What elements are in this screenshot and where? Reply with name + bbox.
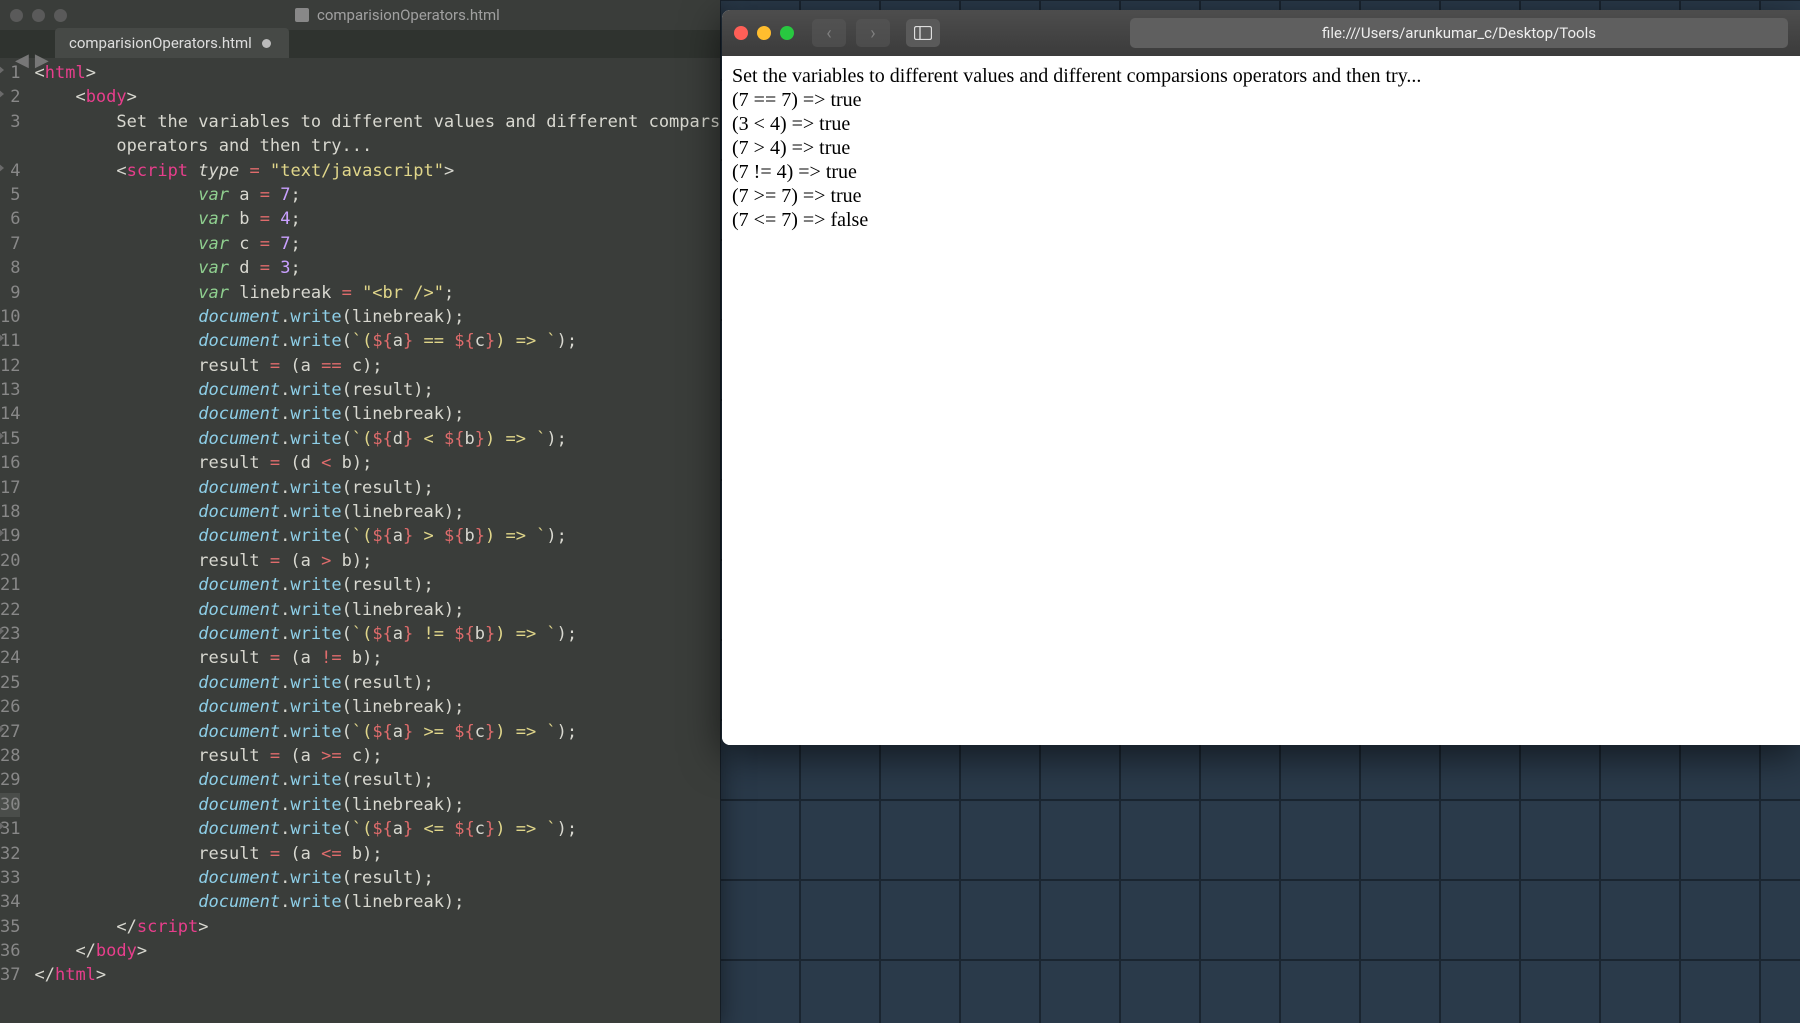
editor-tab[interactable]: comparisionOperators.html xyxy=(55,28,289,58)
minimize-icon[interactable] xyxy=(757,26,771,40)
editor-title: comparisionOperators.html xyxy=(317,6,500,24)
editor-window: comparisionOperators.html ◀ ▶ comparisio… xyxy=(0,0,720,1023)
close-icon[interactable] xyxy=(734,26,748,40)
browser-sidebar-button[interactable] xyxy=(906,19,940,47)
output-line: (3 < 4) => true xyxy=(732,112,1790,136)
output-line: (7 <= 7) => false xyxy=(732,208,1790,232)
editor-titlebar[interactable]: comparisionOperators.html xyxy=(0,0,720,30)
editor-traffic-lights[interactable] xyxy=(10,9,67,22)
output-line: (7 >= 7) => true xyxy=(732,184,1790,208)
file-icon xyxy=(295,8,309,22)
line-number-gutter: 1234567891011121314151617181920212223242… xyxy=(0,58,34,1023)
tab-label: comparisionOperators.html xyxy=(69,34,252,52)
maximize-icon[interactable] xyxy=(54,9,67,22)
browser-content: Set the variables to different values an… xyxy=(722,56,1800,745)
minimize-icon[interactable] xyxy=(32,9,45,22)
output-line: (7 != 4) => true xyxy=(732,160,1790,184)
browser-toolbar[interactable]: ‹ › file:///Users/arunkumar_c/Desktop/To… xyxy=(722,10,1800,56)
browser-forward-button[interactable]: › xyxy=(856,19,890,47)
output-line: Set the variables to different values an… xyxy=(732,64,1790,88)
browser-window: ‹ › file:///Users/arunkumar_c/Desktop/To… xyxy=(722,10,1800,745)
code-area[interactable]: 1234567891011121314151617181920212223242… xyxy=(0,58,720,1023)
browser-back-button[interactable]: ‹ xyxy=(812,19,846,47)
tab-dirty-icon xyxy=(262,39,271,48)
browser-url-bar[interactable]: file:///Users/arunkumar_c/Desktop/Tools xyxy=(1130,18,1788,48)
output-line: (7 > 4) => true xyxy=(732,136,1790,160)
nav-forward-icon[interactable]: ▶ xyxy=(35,50,49,71)
browser-traffic-lights[interactable] xyxy=(734,26,794,40)
url-text: file:///Users/arunkumar_c/Desktop/Tools xyxy=(1322,24,1596,42)
code-content[interactable]: <html> <body> Set the variables to diffe… xyxy=(34,58,720,1023)
maximize-icon[interactable] xyxy=(780,26,794,40)
output-line: (7 == 7) => true xyxy=(732,88,1790,112)
close-icon[interactable] xyxy=(10,9,23,22)
